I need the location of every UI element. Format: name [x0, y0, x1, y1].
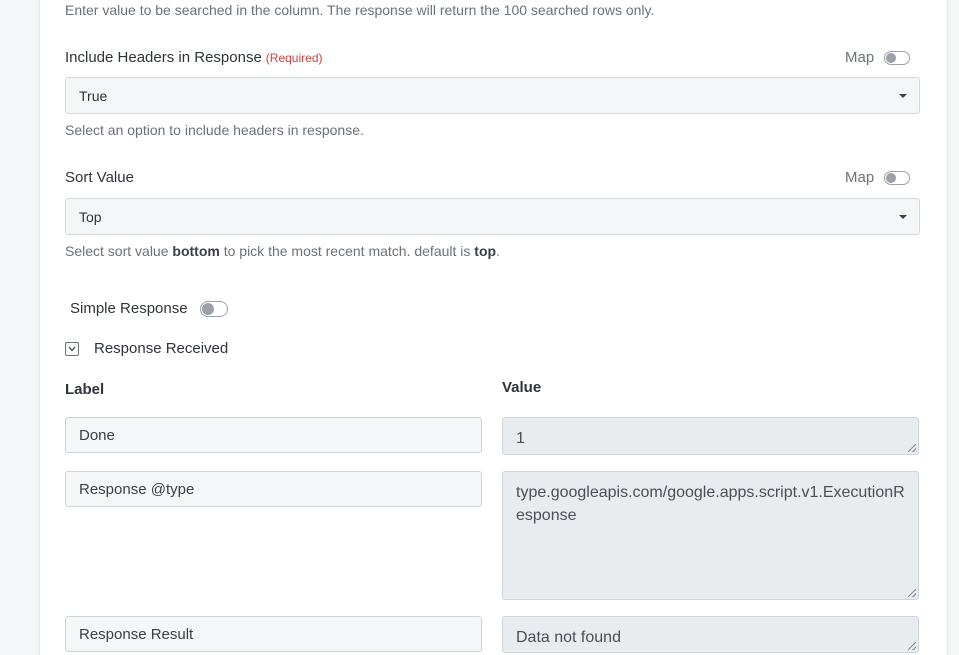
resize-handle-icon[interactable] [908, 444, 916, 452]
value-field-response-type[interactable]: type.googleapis.com/google.apps.script.v… [502, 471, 919, 600]
sort-value-select[interactable]: Top [65, 198, 920, 235]
include-headers-map-toggle[interactable] [884, 50, 911, 65]
sort-value-help: Select sort value bottom to pick the mos… [65, 243, 500, 259]
value-text: Data not found [516, 629, 621, 646]
required-badge: (Required) [265, 51, 323, 65]
simple-response-label: Simple Response [70, 300, 188, 317]
resize-handle-icon[interactable] [908, 589, 916, 597]
include-headers-select[interactable]: True [65, 77, 920, 114]
sort-help-middle: to pick the most recent match. default i… [219, 243, 475, 259]
sort-help-suffix: . [496, 243, 500, 259]
chevron-down-icon [68, 346, 76, 351]
include-headers-value: True [79, 87, 108, 104]
toggle-knob [201, 302, 214, 315]
include-headers-label-text: Include Headers in Response [65, 49, 262, 66]
response-received-label: Response Received [94, 340, 229, 357]
label-column-header: Label [65, 381, 105, 398]
simple-response-toggle[interactable] [199, 300, 228, 317]
sort-help-top: top [474, 243, 497, 259]
value-field-done[interactable]: 1 [502, 417, 919, 455]
sort-help-prefix: Select sort value [65, 243, 173, 259]
toggle-knob [886, 172, 897, 183]
response-received-checkbox[interactable] [65, 341, 79, 356]
caret-down-icon [899, 214, 907, 219]
resize-handle-icon[interactable] [908, 642, 916, 650]
sort-value-label: Sort Value [65, 169, 134, 186]
label-field-response-result[interactable]: Response Result [65, 616, 482, 652]
sort-value-map: Map [845, 169, 911, 186]
label-field-done[interactable]: Done [65, 417, 482, 453]
search-value-help: Enter value to be searched in the column… [65, 2, 655, 18]
sort-value-map-toggle[interactable] [884, 170, 911, 185]
value-column-header: Value [502, 379, 542, 396]
include-headers-label: Include Headers in Response (Required) [65, 49, 323, 66]
sort-value-value: Top [79, 208, 102, 225]
toggle-knob [886, 52, 897, 63]
sort-help-bottom: bottom [172, 243, 220, 259]
simple-response-row: Simple Response [70, 300, 228, 317]
response-received-row: Response Received [65, 340, 228, 357]
include-headers-map: Map [845, 49, 911, 66]
value-field-response-result[interactable]: Data not found [502, 616, 919, 653]
label-field-response-type[interactable]: Response @type [65, 471, 482, 507]
value-text: type.googleapis.com/google.apps.script.v… [516, 484, 905, 524]
map-label: Map [845, 169, 875, 186]
caret-down-icon [899, 93, 907, 98]
map-label: Map [845, 49, 875, 66]
include-headers-help: Select an option to include headers in r… [65, 122, 364, 138]
value-text: 1 [516, 430, 525, 447]
